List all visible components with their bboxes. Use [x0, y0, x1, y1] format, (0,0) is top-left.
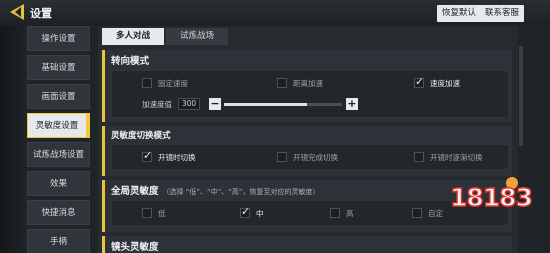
sidebar-edge — [0, 26, 24, 253]
steering-options-box: 固定速度 距离加速 速度加速 加速度值 300 − + — [111, 70, 509, 118]
sens-switch-title: 灵敏度切换模式 — [111, 131, 171, 141]
sidebar-item-graphics[interactable]: 画面设置 — [27, 84, 90, 109]
sens-medium-checkbox[interactable] — [240, 205, 250, 218]
sens-medium-label: 中 — [256, 209, 264, 218]
sens-high-label: 高 — [346, 209, 354, 218]
sidebar-item-controls[interactable]: 操作设置 — [27, 26, 90, 51]
steering-title: 转向模式 — [111, 56, 150, 67]
scope-switch-label: 开镜时切换 — [158, 153, 196, 162]
settings-sidebar: 操作设置 基础设置 画面设置 灵敏度设置 试炼战场设置 效果 快捷消息 手柄 — [0, 26, 93, 253]
sidebar-item-quick-messages[interactable]: 快捷消息 — [27, 200, 90, 225]
global-sens-title-text: 全局灵敏度 — [111, 186, 159, 197]
accel-value-label: 加速度值 — [142, 100, 172, 109]
distance-accel-checkbox[interactable] — [277, 78, 287, 88]
distance-accel-label: 距离加速 — [293, 79, 323, 88]
fixed-speed-label: 固定速度 — [158, 79, 188, 88]
page-title: 设置 — [30, 7, 52, 20]
accel-value-field[interactable]: 300 — [178, 98, 200, 110]
scope-gradual-checkbox[interactable] — [414, 152, 424, 162]
contact-support-button[interactable]: 联系客服 — [480, 5, 525, 22]
sens-custom-label: 自定 — [428, 209, 443, 218]
fixed-speed-checkbox[interactable] — [142, 78, 152, 88]
sidebar-item-trial-field[interactable]: 试炼战场设置 — [27, 142, 90, 167]
scope-gradual-label: 开镜时逐渐切换 — [430, 153, 483, 162]
scope-complete-label: 开镜完成切换 — [293, 153, 338, 162]
sens-high-checkbox[interactable] — [330, 208, 340, 218]
speed-accel-label: 速度加速 — [430, 79, 460, 88]
sens-low-label: 低 — [158, 209, 166, 218]
sidebar-item-sensitivity[interactable]: 灵敏度设置 — [27, 113, 90, 138]
sidebar-item-basic[interactable]: 基础设置 — [27, 55, 90, 80]
watermark-logo: 18183 — [449, 182, 533, 213]
accel-minus-button[interactable]: − — [209, 98, 221, 110]
sens-low-checkbox[interactable] — [142, 208, 152, 218]
lens-sens-section: 镜头灵敏度 — [102, 236, 512, 253]
global-sens-title: 全局灵敏度 （选择 “低”、“中”、“高”，恢复至对应的灵敏度） — [111, 183, 320, 197]
restore-default-button[interactable]: 恢复默认 — [437, 5, 482, 22]
lens-sens-title: 镜头灵敏度 — [111, 242, 159, 253]
tab-trial-field[interactable]: 试炼战场 — [166, 28, 228, 45]
content-scrollbar[interactable] — [519, 46, 523, 146]
sens-switch-options-box: 开镜时切换 开镜完成切换 开镜时逐渐切换 — [111, 144, 509, 170]
sens-custom-checkbox[interactable] — [412, 208, 422, 218]
tab-multiplayer[interactable]: 多人对战 — [102, 28, 164, 45]
accel-slider-track[interactable] — [224, 103, 342, 106]
speed-accel-checkbox[interactable] — [414, 75, 424, 88]
scope-switch-checkbox[interactable] — [142, 149, 152, 162]
settings-content: 多人对战 试炼战场 转向模式 固定速度 距离加速 速度加速 加速度值 300 −… — [98, 26, 518, 253]
accel-plus-button[interactable]: + — [346, 98, 358, 110]
sidebar-item-gamepad[interactable]: 手柄 — [27, 229, 90, 253]
sidebar-item-effects[interactable]: 效果 — [27, 171, 90, 196]
scope-complete-checkbox[interactable] — [277, 152, 287, 162]
sens-switch-section: 灵敏度切换模式 开镜时切换 开镜完成切换 开镜时逐渐切换 — [102, 126, 512, 176]
global-sens-hint: （选择 “低”、“中”、“高”，恢复至对应的灵敏度） — [162, 188, 320, 196]
accel-slider-fill — [224, 103, 307, 106]
steering-section: 转向模式 固定速度 距离加速 速度加速 加速度值 300 − + — [102, 50, 512, 122]
top-bar: 设置 恢复默认 联系客服 — [0, 0, 550, 26]
